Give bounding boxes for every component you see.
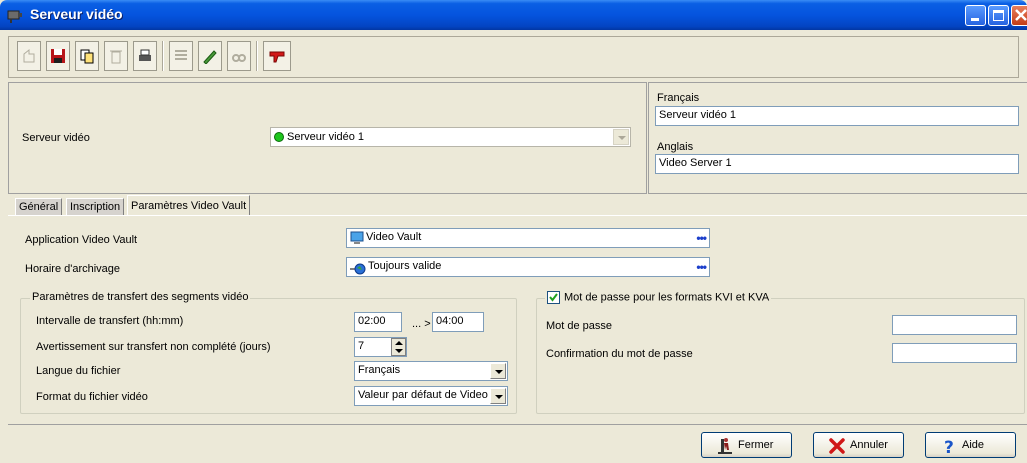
window-title: Serveur vidéo: [30, 6, 123, 22]
door-exit-icon: [718, 438, 732, 454]
tab-inscription[interactable]: Inscription: [66, 198, 125, 216]
cancel-button-label: Annuler: [850, 439, 888, 451]
help-button[interactable]: ? Aide: [925, 432, 1016, 458]
edit-button[interactable]: [198, 41, 222, 71]
confirm-password-label: Confirmation du mot de passe: [546, 348, 693, 360]
confirm-password-input[interactable]: [892, 343, 1017, 363]
warning-days-stepper[interactable]: 7: [354, 337, 407, 357]
video-format-label: Format du fichier vidéo: [36, 391, 148, 403]
password-checkbox[interactable]: [547, 291, 560, 304]
save-button[interactable]: [46, 41, 70, 71]
password-input[interactable]: [892, 315, 1017, 335]
camera-icon: [7, 10, 22, 23]
globe-icon: [350, 263, 366, 275]
copy-button[interactable]: [75, 41, 99, 71]
chevron-down-icon[interactable]: [490, 388, 506, 404]
schedule-label: Horaire d'archivage: [25, 263, 121, 275]
transfer-group-title: Paramètres de transfert des segments vid…: [30, 291, 251, 303]
server-select-value: Serveur vidéo 1: [287, 131, 365, 143]
interval-label: Intervalle de transfert (hh:mm): [36, 315, 184, 327]
save-icon: [51, 49, 65, 63]
application-label: Application Video Vault: [25, 234, 138, 246]
chevron-down-icon[interactable]: [490, 363, 506, 379]
minimize-button[interactable]: [965, 5, 986, 26]
close-icon: [1015, 9, 1027, 21]
print-icon: [139, 49, 151, 61]
chevron-down-icon[interactable]: [613, 129, 629, 145]
delete-button[interactable]: [104, 41, 128, 71]
checkmark-icon: [549, 293, 558, 302]
interval-from-input[interactable]: 02:00: [354, 312, 402, 332]
file-language-select[interactable]: Français: [354, 361, 508, 381]
video-format-value: Valeur par défaut de Video: [358, 389, 488, 401]
help-icon: ?: [944, 438, 954, 455]
file-language-value: Français: [358, 364, 401, 376]
interval-to-input[interactable]: 04:00: [432, 312, 484, 332]
english-label: Anglais: [657, 141, 694, 153]
new-button[interactable]: [17, 41, 41, 71]
red-x-icon: [829, 438, 845, 454]
list-button[interactable]: [169, 41, 193, 71]
new-icon: [23, 48, 35, 63]
toolbar: [8, 36, 1019, 78]
interval-separator: ... >: [412, 318, 431, 330]
schedule-value: Toujours valide: [368, 260, 442, 272]
french-label: Français: [657, 92, 700, 104]
warning-label: Avertissement sur transfert non complété…: [36, 341, 271, 353]
schedule-field[interactable]: Toujours valide •••: [346, 257, 710, 277]
cancel-button[interactable]: Annuler: [813, 432, 904, 458]
copy-icon: [80, 49, 94, 64]
list-icon: [175, 50, 187, 60]
file-language-label: Langue du fichier: [36, 365, 121, 377]
help-button-label: Aide: [962, 439, 985, 451]
video-format-select[interactable]: Valeur par défaut de Video: [354, 386, 508, 406]
more-icon[interactable]: •••: [696, 260, 707, 274]
arrow-down-icon[interactable]: [395, 349, 403, 353]
tab-video-vault[interactable]: Paramètres Video Vault: [127, 195, 251, 216]
spin-buttons[interactable]: [391, 338, 406, 356]
computer-icon: [350, 231, 364, 244]
print-button[interactable]: [133, 41, 157, 71]
close-button-label: Fermer: [738, 439, 774, 451]
server-select[interactable]: Serveur vidéo 1: [270, 127, 631, 147]
translations-panel: [648, 82, 1027, 194]
status-dot-icon: [274, 132, 284, 142]
svg-text:?: ?: [944, 438, 954, 455]
search-icon: [232, 54, 246, 62]
english-name-input[interactable]: Video Server 1: [655, 154, 1019, 174]
pin-icon: [269, 51, 285, 63]
toolbar-separator: [256, 41, 258, 71]
close-window-button[interactable]: [1011, 5, 1027, 26]
close-button[interactable]: Fermer: [701, 432, 792, 458]
server-label: Serveur vidéo: [22, 132, 90, 144]
application-field[interactable]: Video Vault •••: [346, 228, 710, 248]
delete-icon: [110, 50, 122, 64]
tab-general[interactable]: Général: [15, 198, 63, 216]
password-checkbox-label: Mot de passe pour les formats KVI et KVA: [564, 291, 770, 304]
french-name-input[interactable]: Serveur vidéo 1: [655, 106, 1019, 126]
warning-days-value: 7: [358, 340, 365, 352]
search-button[interactable]: [227, 41, 251, 71]
edit-icon: [203, 50, 217, 64]
maximize-button[interactable]: [988, 5, 1009, 26]
password-group-title: Mot de passe pour les formats KVI et KVA: [545, 291, 772, 304]
pin-button[interactable]: [263, 41, 291, 71]
application-value: Video Vault: [366, 231, 422, 243]
more-icon[interactable]: •••: [696, 231, 707, 245]
toolbar-separator: [162, 41, 164, 71]
password-label: Mot de passe: [546, 320, 613, 332]
title-bar[interactable]: Serveur vidéo: [0, 0, 1027, 30]
arrow-up-icon[interactable]: [395, 341, 403, 345]
